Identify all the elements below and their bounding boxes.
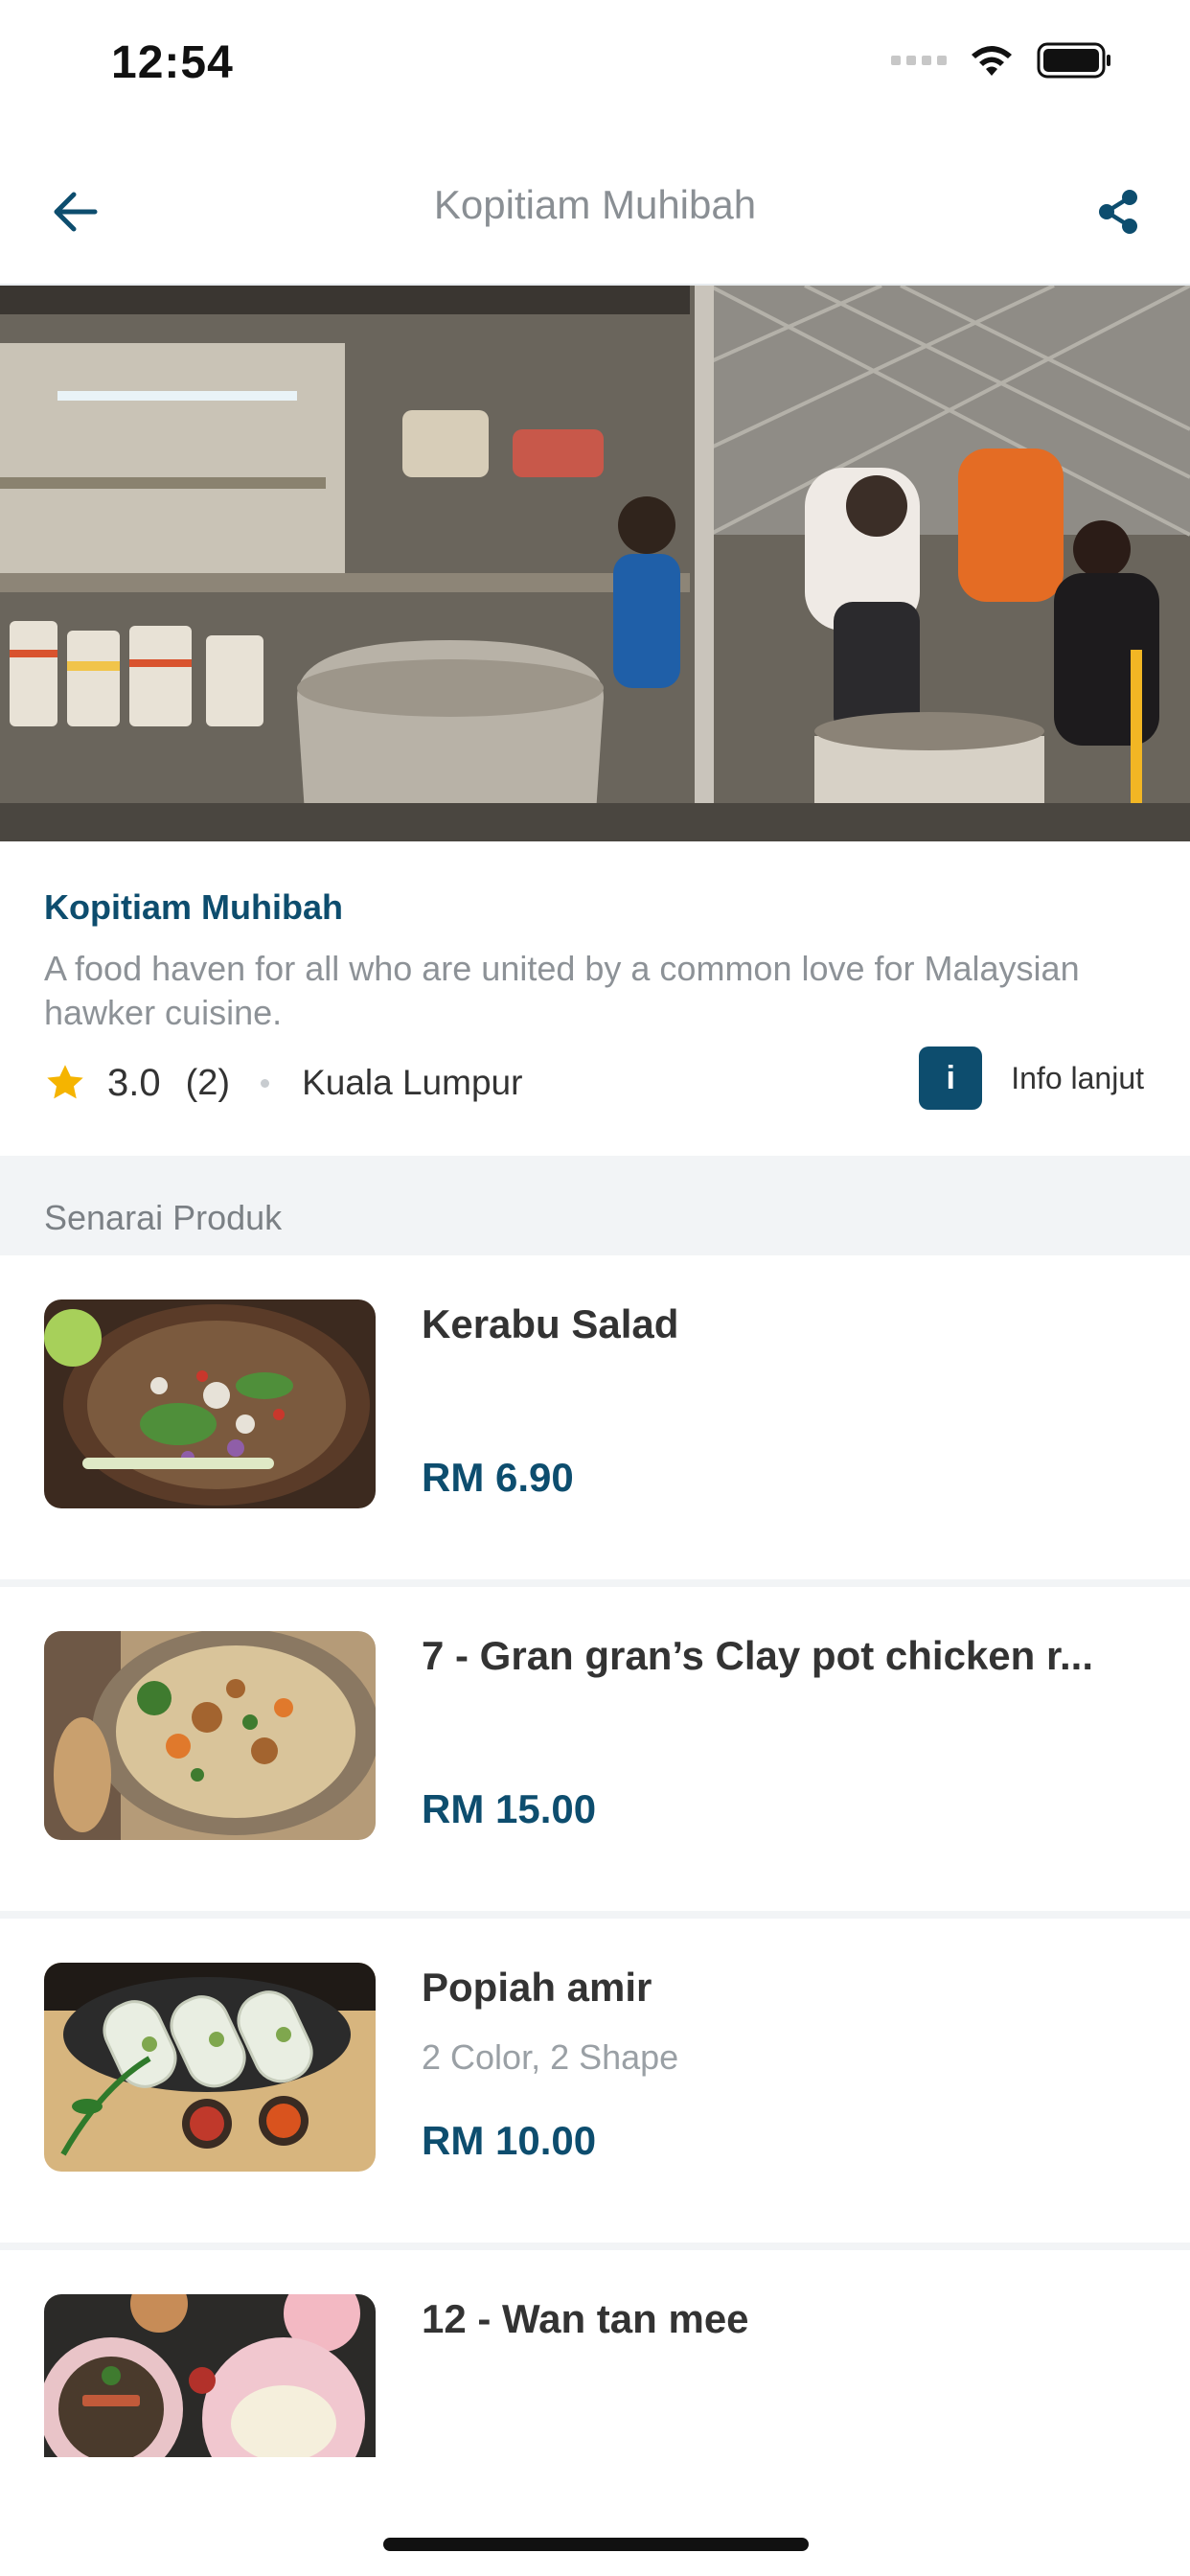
product-price: RM 6.90 [422, 1455, 574, 1500]
rating-row: 3.0 (2) Kuala Lumpur [44, 1054, 522, 1112]
more-info-button[interactable]: i Info lanjut [919, 1046, 1144, 1110]
product-image [44, 1963, 376, 2172]
store-cover-image [0, 286, 1190, 841]
product-image [44, 2294, 376, 2457]
more-info-label: Info lanjut [1011, 1060, 1144, 1095]
status-bar: 12:54 [0, 0, 1190, 134]
product-price: RM 10.00 [422, 2118, 597, 2163]
product-variant: 2 Color, 2 Shape [422, 2037, 679, 2077]
product-list: Kerabu Salad RM 6.90 7 - Gran gran’s Cla… [0, 1255, 1190, 2461]
store-name: Kopitiam Muhibah [44, 887, 343, 927]
page-title: Kopitiam Muhibah [433, 182, 757, 227]
product-name: 12 - Wan tan mee [422, 2296, 749, 2341]
product-price: RM 15.00 [422, 1786, 597, 1831]
battery-icon [1037, 42, 1113, 79]
star-icon [47, 1065, 83, 1099]
navigation-bar: Kopitiam Muhibah [0, 144, 1190, 286]
product-image [44, 1300, 376, 1508]
info-icon: i [919, 1046, 983, 1110]
home-indicator [383, 2538, 809, 2551]
review-count[interactable]: (2) [186, 1063, 230, 1104]
rating-value: 3.0 [107, 1061, 161, 1104]
separator-dot [261, 1078, 270, 1088]
store-description: A food haven for all who are united by a… [44, 949, 1080, 1032]
product-item-wan-tan-mee[interactable]: 12 - Wan tan mee [0, 2250, 1190, 2461]
product-list-header: Senarai Produk [0, 1156, 1190, 1255]
product-name: Popiah amir [422, 1965, 652, 2010]
wifi-icon [968, 43, 1016, 78]
share-button[interactable] [1085, 178, 1152, 245]
product-name: Kerabu Salad [422, 1301, 679, 1346]
store-info: Kopitiam Muhibah A food haven for all wh… [0, 841, 1190, 1156]
status-time: 12:54 [111, 37, 234, 88]
product-item-clay-pot-chicken-rice[interactable]: 7 - Gran gran’s Clay pot chicken r... RM… [0, 1587, 1190, 1919]
status-icons [891, 42, 1113, 79]
share-icon [1099, 190, 1137, 234]
product-image [44, 1631, 376, 1840]
product-item-popiah-amir[interactable]: Popiah amir 2 Color, 2 Shape RM 10.00 [0, 1919, 1190, 2250]
store-location: Kuala Lumpur [302, 1063, 523, 1102]
product-name: 7 - Gran gran’s Clay pot chicken r... [422, 1633, 1093, 1678]
signal-icon [891, 56, 947, 65]
section-title: Senarai Produk [44, 1198, 283, 1237]
product-item-kerabu-salad[interactable]: Kerabu Salad RM 6.90 [0, 1255, 1190, 1587]
